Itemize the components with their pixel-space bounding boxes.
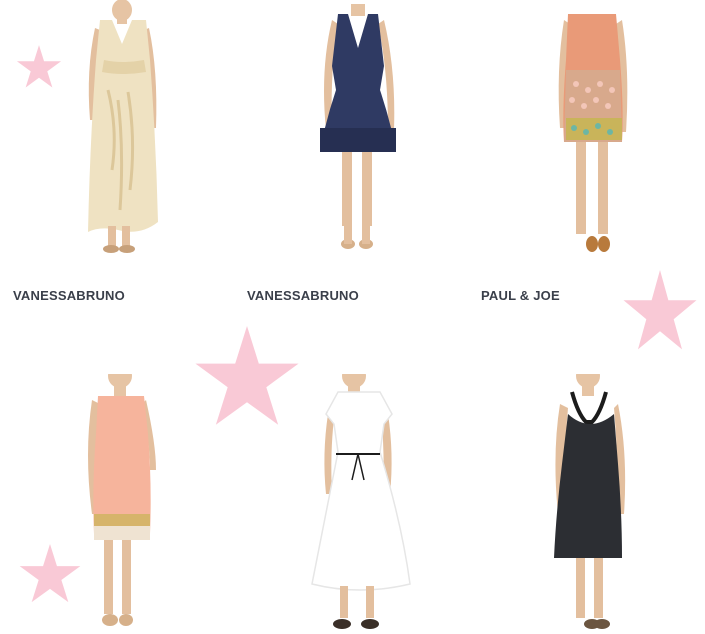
product-card[interactable]: VANESSABRUNO — [234, 0, 468, 310]
product-card[interactable] — [0, 374, 234, 634]
product-brand[interactable]: VANESSABRUNO — [13, 288, 125, 303]
product-card[interactable] — [468, 374, 702, 634]
product-image[interactable] — [234, 0, 468, 260]
product-image[interactable] — [468, 0, 702, 260]
product-image[interactable] — [0, 374, 234, 634]
product-brand[interactable]: PAUL & JOE — [481, 288, 560, 303]
product-image[interactable] — [234, 374, 468, 634]
product-card[interactable]: VANESSABRUNO — [0, 0, 234, 310]
product-image[interactable] — [468, 374, 702, 634]
product-brand[interactable]: VANESSABRUNO — [247, 288, 359, 303]
product-card[interactable]: PAUL & JOE — [468, 0, 702, 310]
product-grid: VANESSABRUNO VANESSABRUNO PAUL & JOE — [0, 0, 705, 634]
product-image[interactable] — [0, 0, 234, 260]
product-card[interactable] — [234, 374, 468, 634]
